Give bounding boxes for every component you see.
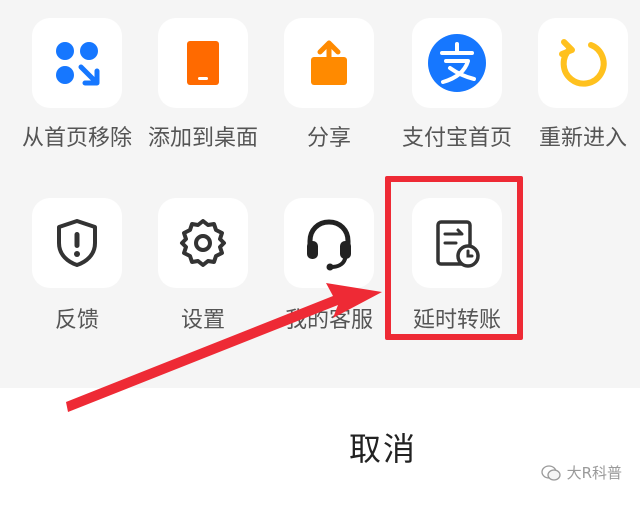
- wechat-icon: [540, 464, 561, 481]
- watermark-text: 大R科普: [566, 464, 622, 482]
- watermark: 大R科普: [540, 462, 622, 483]
- annotation-arrow: [66, 283, 382, 412]
